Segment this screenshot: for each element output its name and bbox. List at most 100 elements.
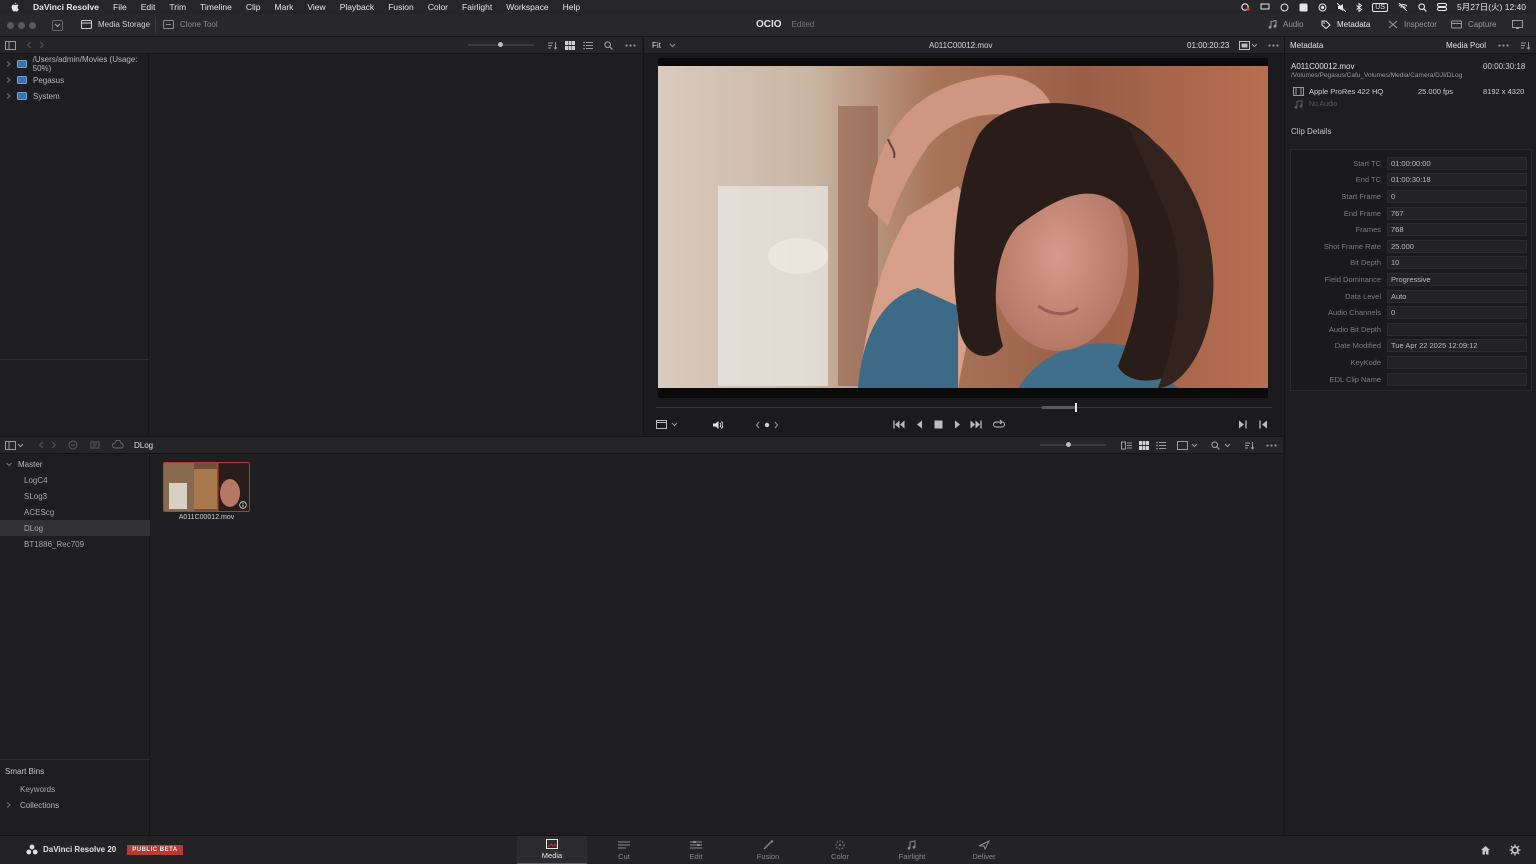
slider-handle[interactable] — [498, 42, 503, 47]
metadata-more-icon[interactable] — [1498, 44, 1509, 47]
menu-playback[interactable]: Playback — [333, 2, 382, 12]
media-storage-button[interactable]: Media Storage — [81, 20, 150, 29]
metadata-panel-button[interactable]: Metadata — [1321, 20, 1370, 29]
link-clips-icon[interactable] — [68, 440, 78, 450]
menu-workspace[interactable]: Workspace — [499, 2, 555, 12]
minimize-window-button[interactable] — [18, 22, 25, 29]
inspector-panel-button[interactable]: Inspector — [1388, 20, 1437, 29]
volume-icon[interactable] — [712, 420, 723, 430]
storage-location-system[interactable]: System — [0, 88, 149, 104]
field-value-input[interactable]: 767 — [1387, 206, 1527, 220]
app-badge-icon[interactable] — [1299, 3, 1308, 12]
page-tab-deliver[interactable]: Deliver — [949, 836, 1019, 864]
menu-file[interactable]: File — [106, 2, 134, 12]
go-to-start-icon[interactable] — [893, 420, 905, 429]
menu-clip[interactable]: Clip — [239, 2, 268, 12]
pool-more-icon[interactable] — [1266, 444, 1277, 447]
menu-edit[interactable]: Edit — [134, 2, 163, 12]
menu-mark[interactable]: Mark — [268, 2, 301, 12]
menu-trim[interactable]: Trim — [162, 2, 193, 12]
field-value-input[interactable]: 25.000 — [1387, 239, 1527, 253]
spotlight-search-icon[interactable] — [1418, 2, 1427, 12]
viewer-mode-icon[interactable] — [1239, 41, 1257, 50]
field-value-input[interactable]: 0 — [1387, 306, 1527, 320]
field-value-input[interactable] — [1387, 355, 1527, 369]
search-icon[interactable] — [1211, 441, 1231, 450]
close-window-button[interactable] — [7, 22, 14, 29]
more-options-icon[interactable] — [625, 44, 636, 47]
playhead[interactable] — [1074, 403, 1077, 412]
storage-location-movies[interactable]: /Users/admin/Movies (Usage: 50%) — [0, 55, 149, 73]
field-value-input[interactable]: Progressive — [1387, 272, 1527, 286]
field-value-input[interactable]: Tue Apr 22 2025 12:09:12 — [1387, 339, 1527, 353]
home-icon[interactable] — [1480, 845, 1491, 855]
loop-icon[interactable] — [993, 419, 1005, 430]
thumbnail-size-slider[interactable] — [468, 42, 534, 47]
slider-handle[interactable] — [1066, 442, 1071, 447]
zoom-window-button[interactable] — [29, 22, 36, 29]
storage-browser-area[interactable] — [150, 54, 642, 435]
pool-thumbnail-size-slider[interactable] — [1040, 442, 1106, 447]
menu-fusion[interactable]: Fusion — [381, 2, 421, 12]
bin-logc4[interactable]: LogC4 — [0, 472, 150, 488]
page-tab-fusion[interactable]: Fusion — [733, 836, 803, 864]
clip-thumbnail[interactable] — [163, 462, 250, 512]
settings-gear-icon[interactable] — [1509, 844, 1521, 856]
viewer-layout-icon[interactable] — [656, 420, 678, 429]
bin-master[interactable]: Master — [0, 456, 150, 472]
menu-color[interactable]: Color — [421, 2, 455, 12]
metadata-source-dropdown[interactable]: Media Pool — [1446, 41, 1486, 50]
display-icon[interactable] — [1260, 3, 1270, 11]
list-view-icon[interactable] — [583, 41, 593, 50]
field-value-input[interactable]: 768 — [1387, 223, 1527, 237]
menu-timeline[interactable]: Timeline — [193, 2, 239, 12]
field-value-input[interactable]: Auto — [1387, 289, 1527, 303]
field-value-input[interactable]: 0 — [1387, 189, 1527, 203]
creative-cloud-icon[interactable] — [1240, 3, 1250, 11]
menubar-clock[interactable]: 5月27日(火) 12:40 — [1457, 1, 1526, 13]
apple-icon[interactable] — [0, 2, 26, 12]
zoom-dropdown[interactable]: Fit — [652, 41, 676, 50]
list-view-icon[interactable] — [1156, 441, 1166, 450]
back-arrow-icon[interactable] — [26, 41, 32, 49]
clone-tool-button[interactable]: Clone Tool — [163, 20, 218, 29]
record-icon[interactable] — [1318, 3, 1327, 12]
forward-arrow-icon[interactable] — [39, 41, 45, 49]
play-reverse-icon[interactable] — [916, 420, 923, 429]
metadata-view-icon[interactable] — [1121, 441, 1132, 450]
field-value-input[interactable] — [1387, 372, 1527, 386]
mark-in-icon[interactable] — [1238, 420, 1247, 429]
viewer-more-icon[interactable] — [1268, 44, 1279, 47]
smart-bin-collections[interactable]: Collections — [0, 797, 150, 813]
clip-thumbnail-item[interactable]: A011C00012.mov — [163, 462, 251, 522]
bin-acescg[interactable]: ACEScg — [0, 504, 150, 520]
smart-bin-keywords[interactable]: Keywords — [0, 781, 150, 797]
viewer-scrubber[interactable] — [656, 403, 1272, 412]
menu-view[interactable]: View — [300, 2, 332, 12]
jog-control-icon[interactable] — [755, 420, 779, 430]
metadata-sort-icon[interactable] — [1520, 41, 1531, 50]
page-tab-edit[interactable]: Edit — [661, 836, 731, 864]
bin-slog3[interactable]: SLog3 — [0, 488, 150, 504]
menu-help[interactable]: Help — [556, 2, 587, 12]
field-value-input[interactable] — [1387, 322, 1527, 336]
menu-fairlight[interactable]: Fairlight — [455, 2, 499, 12]
field-value-input[interactable]: 10 — [1387, 256, 1527, 270]
fullscreen-icon[interactable] — [1512, 20, 1523, 29]
thumbnail-view-icon[interactable] — [1139, 441, 1149, 450]
bin-bt1886-rec709[interactable]: BT1886_Rec709 — [0, 536, 150, 552]
clip-filter-icon[interactable] — [1177, 441, 1198, 450]
smart-bin-icon[interactable] — [90, 440, 100, 450]
back-arrow-icon[interactable] — [38, 441, 44, 449]
mark-out-icon[interactable] — [1259, 420, 1268, 429]
bin-dlog[interactable]: DLog — [0, 520, 150, 536]
field-value-input[interactable]: 01:00:30:18 — [1387, 173, 1527, 187]
search-icon[interactable] — [604, 41, 613, 50]
clip-grid[interactable]: A011C00012.mov — [151, 454, 1283, 836]
stop-icon[interactable] — [934, 420, 943, 429]
bluetooth-icon[interactable] — [1356, 2, 1363, 12]
clip-info-icon[interactable] — [239, 501, 247, 509]
page-tab-color[interactable]: Color — [805, 836, 875, 864]
control-center-icon[interactable] — [1437, 3, 1448, 11]
bin-list-toggle-icon[interactable] — [5, 441, 24, 450]
